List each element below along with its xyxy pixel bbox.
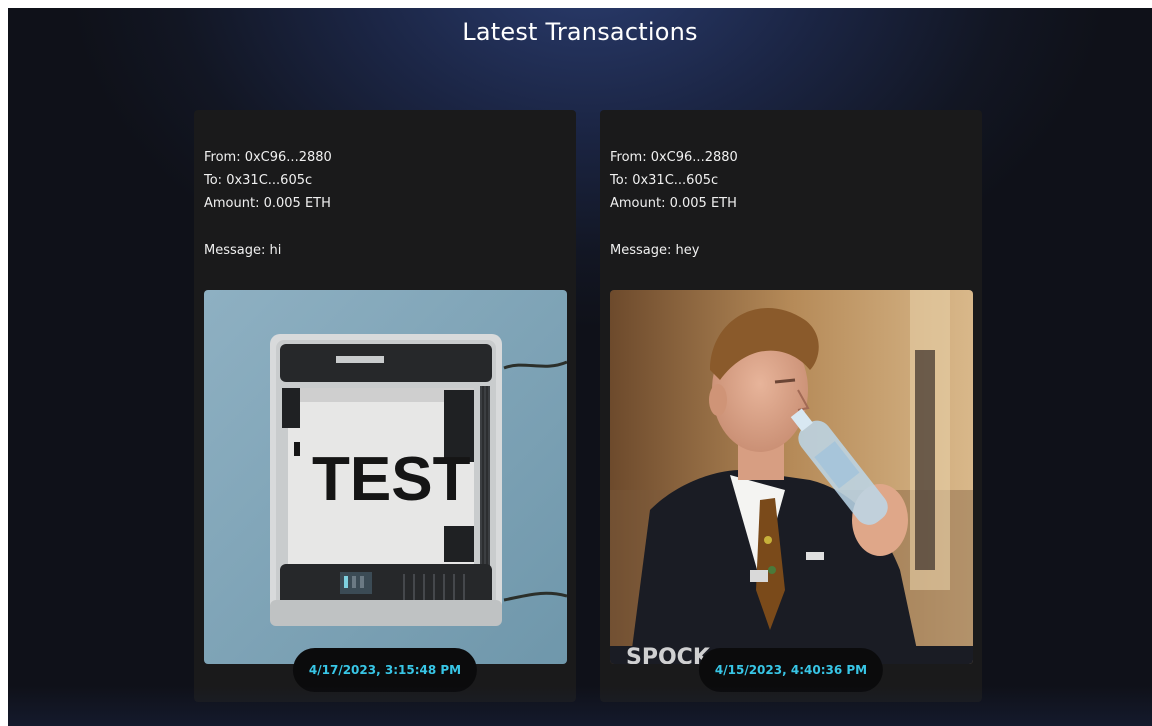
amount: Amount: 0.005 ETH: [610, 196, 737, 211]
test-label: TEST: [312, 445, 471, 514]
transaction-card: From: 0xC96...2880 To: 0x31C...605c Amou…: [600, 110, 982, 702]
amount: Amount: 0.005 ETH: [204, 196, 331, 211]
to-address: To: 0x31C...605c: [204, 173, 313, 188]
transaction-gif: TEST: [204, 290, 567, 664]
printer-test-image: TEST: [204, 290, 567, 664]
man-drinking-water-image: SPOCK: [610, 290, 973, 664]
from-address: From: 0xC96...2880: [610, 150, 738, 165]
transaction-card: From: 0xC96...2880 To: 0x31C...605c Amou…: [194, 110, 576, 702]
caption-fragment: SPOCK: [626, 645, 711, 664]
page-frame: Latest Transactions From: 0xC96...2880 T…: [8, 8, 1152, 726]
message: Message: hi: [204, 243, 282, 258]
timestamp-badge: 4/15/2023, 4:40:36 PM: [698, 648, 884, 692]
to-address: To: 0x31C...605c: [610, 173, 719, 188]
page-title: Latest Transactions: [462, 18, 698, 46]
transaction-gif: SPOCK: [610, 290, 973, 664]
transaction-details: From: 0xC96...2880 To: 0x31C...605c Amou…: [204, 146, 332, 262]
from-address: From: 0xC96...2880: [204, 150, 332, 165]
timestamp-badge: 4/17/2023, 3:15:48 PM: [292, 648, 478, 692]
message: Message: hey: [610, 243, 700, 258]
transaction-details: From: 0xC96...2880 To: 0x31C...605c Amou…: [610, 146, 738, 262]
